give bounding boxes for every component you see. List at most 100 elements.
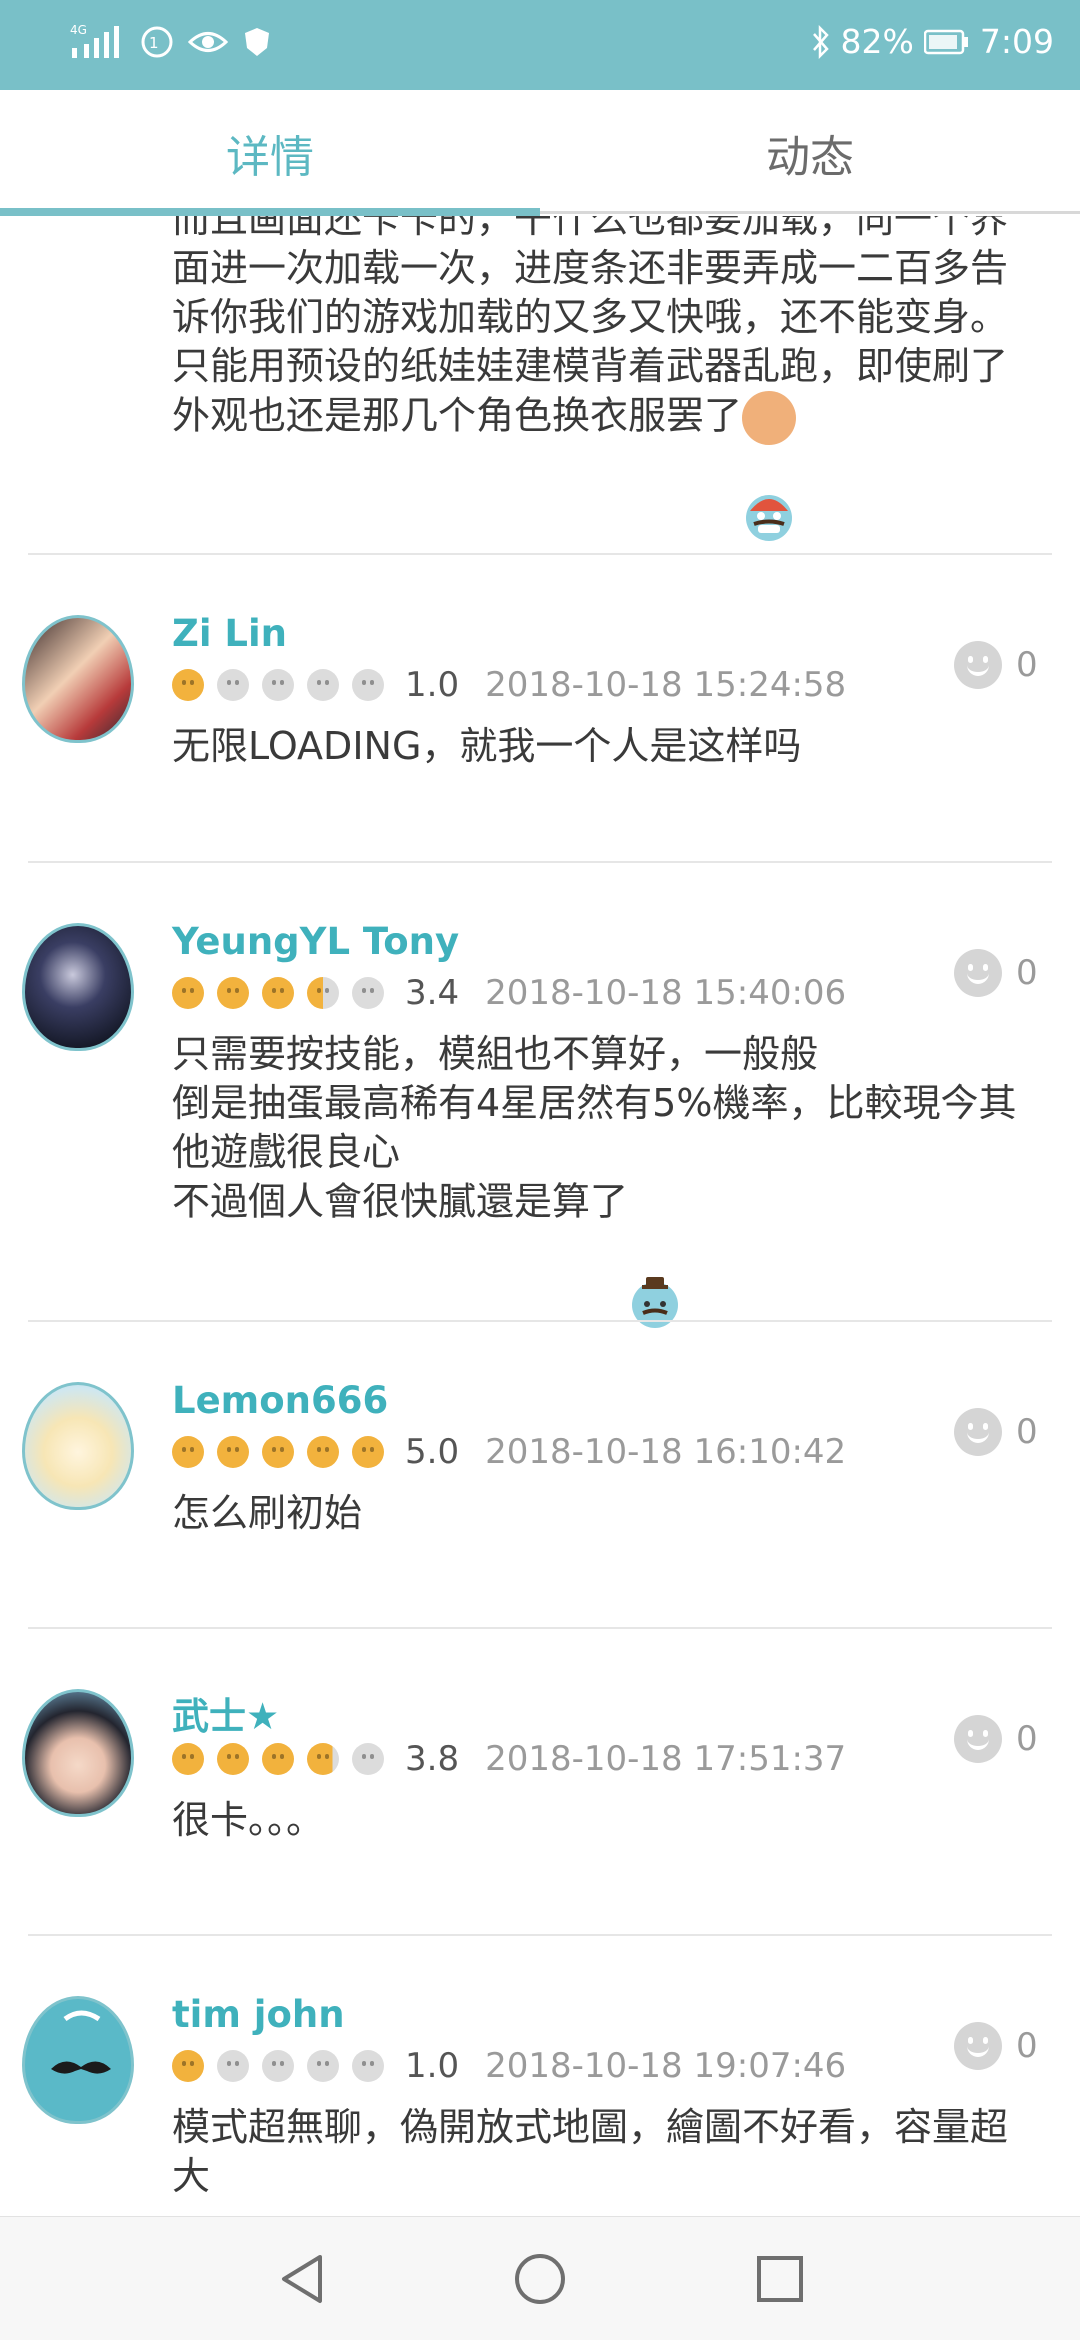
tab-active-indicator (0, 208, 540, 216)
avatar[interactable] (22, 1689, 134, 1817)
review-username[interactable]: tim john (172, 1993, 345, 2036)
star-icon (262, 1436, 294, 1468)
like-count: 0 (1016, 1412, 1038, 1452)
smiley-icon (954, 641, 1002, 689)
smiley-icon (954, 2022, 1002, 2070)
review-body-text: 很卡。。。 (172, 1798, 325, 1842)
review-item: Zi Lin 1.0 2018-10-18 15:24:58 0 无限LOADI… (0, 555, 1080, 861)
smiley-icon (954, 949, 1002, 997)
review-body-text: 只需要按技能，模組也不算好，一般般 倒是抽蛋最高稀有4星居然有5%機率，比較現今… (172, 1032, 1017, 1224)
clock: 7:09 (979, 22, 1054, 61)
review-username[interactable]: 武士★ (172, 1686, 279, 1740)
rating-score: 5.0 (405, 1432, 460, 1472)
avatar[interactable] (22, 923, 134, 1051)
star-icon (352, 669, 384, 701)
review-item: Lemon666 5.0 2018-10-18 16:10:42 0 怎么刷初始 (0, 1322, 1080, 1628)
eye-icon (188, 27, 228, 57)
status-left-icons: 4G 1 (70, 22, 272, 62)
star-icon (262, 1743, 294, 1775)
star-icon (172, 669, 204, 701)
review-date: 2018-10-18 15:40:06 (485, 973, 847, 1013)
rating-row: 1.0 2018-10-18 19:07:46 (172, 2046, 846, 2086)
like-button[interactable]: 0 (954, 1408, 1038, 1456)
star-icon (307, 1436, 339, 1468)
like-button[interactable]: 0 (954, 1715, 1038, 1763)
star-icon (172, 1436, 204, 1468)
avatar[interactable] (22, 1996, 134, 2124)
star-icon (217, 1743, 249, 1775)
star-icon (352, 977, 384, 1009)
review-body: 只需要按技能，模組也不算好，一般般 倒是抽蛋最高稀有4星居然有5%機率，比較現今… (172, 1030, 1032, 1328)
svg-text:4G: 4G (70, 23, 87, 37)
star-icon (217, 977, 249, 1009)
star-icon (307, 977, 339, 1009)
like-button[interactable]: 0 (954, 949, 1038, 997)
star-icon (307, 1743, 339, 1775)
svg-text:1: 1 (149, 34, 159, 52)
status-bar: 4G 1 82% 7:09 (0, 0, 1080, 90)
review-item: YeungYL Tony 3.4 2018-10-18 15:40:06 0 只… (0, 863, 1080, 1328)
review-username[interactable]: YeungYL Tony (172, 920, 459, 963)
rating-score: 1.0 (405, 2046, 460, 2086)
review-body-text: 而且画面还卡卡的，干什么也都要加载，同一个界面进一次加载一次，进度条还非要弄成一… (172, 216, 1009, 438)
rating-score: 3.8 (405, 1739, 460, 1779)
star-icon (172, 2050, 204, 2082)
star-icon (172, 1743, 204, 1775)
recents-icon[interactable] (748, 2247, 812, 2311)
mustache-icon (51, 2010, 111, 2074)
rating-row: 3.4 2018-10-18 15:40:06 (172, 973, 846, 1013)
star-icon (217, 2050, 249, 2082)
tab-activity[interactable]: 动态 (540, 90, 1080, 216)
like-button[interactable]: 0 (954, 2022, 1038, 2070)
review-date: 2018-10-18 16:10:42 (485, 1432, 847, 1472)
rating-row: 3.8 2018-10-18 17:51:37 (172, 1739, 846, 1779)
battery-percent: 82% (840, 22, 914, 61)
rating-row: 5.0 2018-10-18 16:10:42 (172, 1432, 846, 1472)
star-icon (352, 1436, 384, 1468)
review-username[interactable]: Lemon666 (172, 1379, 388, 1422)
shield-icon (242, 26, 272, 58)
rating-score: 3.4 (405, 973, 460, 1013)
star-icon (307, 669, 339, 701)
review-body-continued: 而且画面还卡卡的，干什么也都要加载，同一个界面进一次加载一次，进度条还非要弄成一… (172, 216, 1032, 541)
like-count: 0 (1016, 1719, 1038, 1759)
avatar[interactable] (22, 1382, 134, 1510)
tab-underline (540, 211, 1080, 214)
star-icon (172, 977, 204, 1009)
avatar[interactable] (22, 615, 134, 743)
bluetooth-icon (811, 24, 831, 59)
sweat-emoji-icon (628, 1177, 682, 1328)
notification-badge-icon: 1 (140, 25, 174, 59)
smiley-icon (954, 1715, 1002, 1763)
review-date: 2018-10-18 15:24:58 (485, 665, 847, 705)
home-icon[interactable] (508, 2247, 572, 2311)
angry-emoji-icon (742, 391, 797, 541)
star-icon (352, 2050, 384, 2082)
star-icon (217, 1436, 249, 1468)
signal-icon: 4G (70, 22, 126, 62)
star-icon (262, 2050, 294, 2082)
like-count: 0 (1016, 2026, 1038, 2066)
battery-icon (923, 29, 970, 55)
star-icon (217, 669, 249, 701)
tab-bar: 详情 动态 (0, 90, 1080, 216)
star-icon (262, 669, 294, 701)
review-list[interactable]: 而且画面还卡卡的，干什么也都要加载，同一个界面进一次加载一次，进度条还非要弄成一… (0, 216, 1080, 2216)
rating-row: 1.0 2018-10-18 15:24:58 (172, 665, 846, 705)
like-button[interactable]: 0 (954, 641, 1038, 689)
review-body-text: 怎么刷初始 (172, 1491, 363, 1535)
review-item: tim john 1.0 2018-10-18 19:07:46 0 模式超無聊… (0, 1936, 1080, 2216)
navigation-bar (0, 2216, 1080, 2340)
like-count: 0 (1016, 953, 1038, 993)
review-date: 2018-10-18 19:07:46 (485, 2046, 847, 2086)
tab-details[interactable]: 详情 (0, 90, 540, 216)
status-right-icons: 82% 7:09 (811, 22, 1054, 61)
star-icon (307, 2050, 339, 2082)
star-icon (262, 977, 294, 1009)
like-count: 0 (1016, 645, 1038, 685)
back-icon[interactable] (270, 2247, 334, 2311)
review-item: 武士★ 3.8 2018-10-18 17:51:37 0 很卡。。。 (0, 1629, 1080, 1935)
rating-score: 1.0 (405, 665, 460, 705)
review-body-text: 模式超無聊，偽開放式地圖，繪圖不好看，容量超大 (172, 2105, 1009, 2198)
review-username[interactable]: Zi Lin (172, 612, 287, 655)
